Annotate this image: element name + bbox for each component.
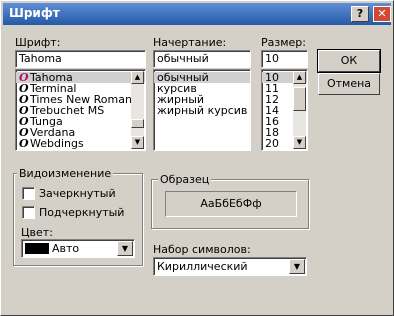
chevron-down-icon[interactable]: ▼ bbox=[117, 241, 133, 256]
size-list-scrollbar[interactable]: ▲ ▼ bbox=[293, 71, 306, 149]
list-item[interactable]: жирный курсив bbox=[154, 105, 250, 116]
title-bar[interactable]: Шрифт ? ✕ bbox=[3, 3, 391, 25]
scroll-up-icon[interactable]: ▲ bbox=[293, 71, 306, 84]
effects-label: Видоизменение bbox=[17, 167, 114, 180]
style-list-items: обычный курсив жирный жирный курсив bbox=[154, 70, 250, 116]
charset-label: Набор символов: bbox=[153, 243, 251, 256]
underline-checkbox[interactable] bbox=[22, 206, 35, 219]
size-list[interactable]: 10 11 12 14 16 18 20 ▲ ▼ bbox=[261, 69, 308, 151]
charset-value: Кириллический bbox=[157, 260, 248, 273]
close-button[interactable]: ✕ bbox=[373, 6, 391, 22]
color-dropdown[interactable]: Авто ▼ bbox=[21, 239, 135, 258]
chevron-down-icon[interactable]: ▼ bbox=[289, 259, 305, 274]
style-input[interactable]: обычный bbox=[153, 50, 251, 68]
ok-button[interactable]: ОК bbox=[317, 49, 381, 73]
strikeout-label: Зачеркнутый bbox=[39, 187, 116, 200]
list-item-label: жирный курсив bbox=[157, 104, 248, 117]
font-type-icon: O bbox=[19, 137, 29, 150]
style-label: Начертание: bbox=[153, 36, 227, 49]
list-item-label: 20 bbox=[265, 137, 279, 150]
sample-preview: АаБбЕбФф bbox=[165, 191, 297, 217]
scroll-thumb[interactable] bbox=[293, 87, 306, 111]
list-item-label: Webdings bbox=[30, 137, 84, 150]
font-dialog: Шрифт ? ✕ Шрифт: Tahoma OTahoma OTerminal… bbox=[0, 0, 394, 316]
color-value: Авто bbox=[52, 242, 80, 255]
font-input[interactable]: Tahoma bbox=[15, 50, 146, 68]
scroll-down-icon[interactable]: ▼ bbox=[131, 136, 144, 149]
font-list[interactable]: OTahoma OTerminal OTimes New Roman OTrebuch… bbox=[15, 69, 146, 151]
color-swatch bbox=[25, 243, 49, 254]
list-item[interactable]: OWebdings bbox=[16, 138, 145, 149]
underline-label: Подчеркнутый bbox=[39, 206, 125, 219]
help-button[interactable]: ? bbox=[351, 6, 369, 22]
dialog-title: Шрифт bbox=[9, 6, 60, 20]
charset-dropdown[interactable]: Кириллический ▼ bbox=[153, 257, 307, 276]
sample-label: Образец bbox=[158, 173, 212, 186]
style-list[interactable]: обычный курсив жирный жирный курсив bbox=[153, 69, 251, 151]
scroll-down-icon[interactable]: ▼ bbox=[293, 136, 306, 149]
font-list-scrollbar[interactable]: ▲ ▼ bbox=[131, 71, 144, 149]
cancel-button[interactable]: Отмена bbox=[318, 73, 380, 95]
font-list-items: OTahoma OTerminal OTimes New Roman OTrebuch… bbox=[16, 70, 145, 149]
scroll-thumb[interactable] bbox=[131, 119, 144, 128]
size-input[interactable]: 10 bbox=[261, 50, 308, 68]
strikeout-checkbox[interactable] bbox=[22, 187, 35, 200]
font-label: Шрифт: bbox=[15, 36, 61, 49]
scroll-up-icon[interactable]: ▲ bbox=[131, 71, 144, 84]
color-label: Цвет: bbox=[21, 226, 53, 239]
size-label: Размер: bbox=[261, 36, 306, 49]
